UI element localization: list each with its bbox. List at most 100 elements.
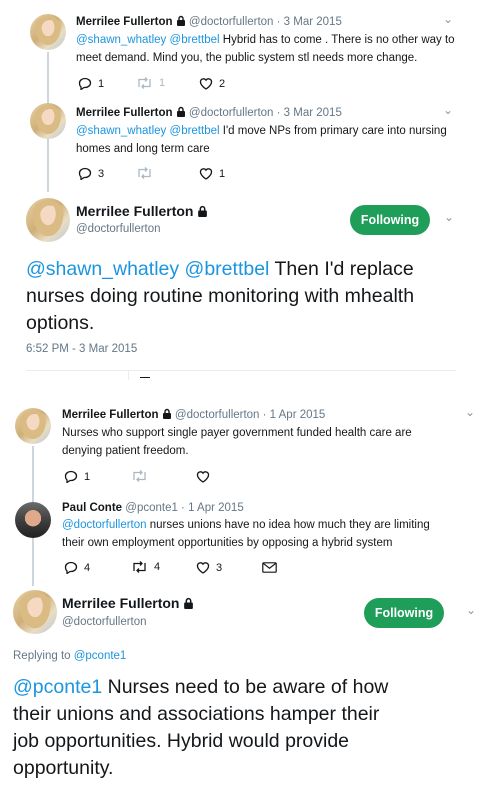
- divider-tick: [128, 370, 129, 380]
- divider-tick: [140, 377, 150, 378]
- avatar[interactable]: [30, 14, 66, 50]
- mention-link[interactable]: @brettbel: [185, 258, 270, 280]
- avatar[interactable]: [15, 408, 51, 444]
- lock-icon: [176, 106, 185, 117]
- author-name[interactable]: Merrilee Fullerton: [76, 203, 193, 219]
- reply-icon: [64, 561, 78, 574]
- avatar[interactable]: [13, 590, 57, 634]
- reply-button[interactable]: 4: [64, 561, 90, 574]
- mention-link[interactable]: @doctorfullerton: [62, 519, 147, 531]
- reply-count: 4: [84, 561, 91, 574]
- reply-button[interactable]: 3: [78, 167, 104, 180]
- tweet-header: Merrilee Fullerton @doctorfullerton · 1 …: [62, 406, 325, 424]
- tweet-text-line: nurses unions have no idea how much they…: [146, 519, 430, 531]
- mention-link[interactable]: @brettbel: [170, 125, 220, 137]
- retweet-icon: [138, 167, 151, 179]
- tweet-text-line: denying patient freedom.: [62, 445, 189, 457]
- lock-icon: [198, 205, 208, 217]
- reply-count: 1: [98, 77, 105, 90]
- like-button[interactable]: 2: [199, 77, 225, 90]
- tweet-text: @shawn_whatley @brettbel Hybrid has to c…: [76, 31, 476, 67]
- envelope-icon: [262, 562, 277, 573]
- heart-icon: [199, 78, 213, 90]
- retweet-button[interactable]: 1: [136, 77, 165, 89]
- author-name[interactable]: Merrilee Fullerton: [62, 595, 179, 611]
- handle-date[interactable]: @doctorfullerton · 3 Mar 2015: [189, 16, 342, 28]
- reply-count: 1: [84, 470, 91, 483]
- reply-button[interactable]: 1: [64, 470, 90, 483]
- tweet-text-line: options.: [26, 312, 95, 334]
- like-count: 2: [219, 77, 226, 90]
- author-name[interactable]: Merrilee Fullerton: [76, 16, 173, 28]
- heart-icon: [196, 471, 210, 483]
- author-name[interactable]: Merrilee Fullerton: [62, 409, 159, 421]
- retweet-button[interactable]: [136, 167, 153, 179]
- mention-link[interactable]: @pconte1: [74, 650, 127, 662]
- retweet-button[interactable]: [131, 470, 148, 482]
- like-count: 1: [219, 167, 226, 180]
- author-name[interactable]: Paul Conte: [62, 502, 122, 514]
- like-button[interactable]: [196, 470, 210, 483]
- avatar[interactable]: [26, 198, 70, 242]
- avatar[interactable]: [15, 502, 51, 538]
- tweet-text-line: opportunity.: [13, 757, 114, 779]
- handle-date[interactable]: @pconte1 · 1 Apr 2015: [125, 502, 243, 514]
- like-count: 3: [216, 561, 223, 574]
- tweet-text-line: their unions and associations hamper the…: [13, 703, 380, 725]
- tweet-header: Merrilee Fullerton: [76, 203, 208, 219]
- tweet-text-line: Then I'd replace: [269, 258, 414, 280]
- retweet-count: 1: [159, 77, 166, 89]
- avatar[interactable]: [30, 103, 66, 139]
- tweet-text-line: I'd move NPs from primary care into nurs…: [219, 125, 447, 137]
- handle-date[interactable]: @doctorfullerton · 3 Mar 2015: [189, 107, 342, 119]
- mention-link[interactable]: @brettbel: [170, 34, 220, 46]
- retweet-count: 4: [154, 561, 161, 573]
- tweet-text-line: their own employment opportunities by op…: [62, 537, 393, 549]
- like-button[interactable]: 3: [196, 561, 222, 574]
- retweet-icon: [138, 77, 151, 89]
- tweet-text: Nurses who support single payer governme…: [62, 424, 482, 460]
- chevron-down-icon[interactable]: ⌄: [465, 405, 475, 419]
- replying-to: Replying to @pconte1: [13, 650, 126, 662]
- author-handle[interactable]: @doctorfullerton: [62, 616, 147, 628]
- heart-icon: [196, 562, 210, 574]
- reply-icon: [78, 167, 92, 180]
- chevron-down-icon[interactable]: ⌄: [443, 103, 453, 117]
- mention-link[interactable]: @shawn_whatley: [76, 125, 166, 137]
- reply-button[interactable]: 1: [78, 77, 104, 90]
- lock-icon: [184, 597, 194, 609]
- reply-icon: [78, 77, 92, 90]
- chevron-down-icon[interactable]: ⌄: [443, 12, 453, 26]
- replying-to-label: Replying to: [13, 650, 74, 662]
- following-button[interactable]: Following: [364, 598, 444, 628]
- author-name[interactable]: Merrilee Fullerton: [76, 107, 173, 119]
- mention-link[interactable]: @shawn_whatley: [26, 258, 179, 280]
- main-tweet-text: @pconte1 Nurses need to be aware of how …: [13, 674, 488, 782]
- tweet-header: Paul Conte @pconte1 · 1 Apr 2015: [62, 499, 244, 517]
- tweet-header: Merrilee Fullerton @doctorfullerton · 3 …: [76, 104, 342, 122]
- tweet-header: Merrilee Fullerton @doctorfullerton · 3 …: [76, 13, 342, 31]
- reply-count: 3: [98, 167, 105, 180]
- author-handle[interactable]: @doctorfullerton: [76, 223, 161, 235]
- tweet-text-line: Nurses need to be aware of how: [102, 676, 389, 698]
- tweet-text-line: Hybrid has to come . There is no other w…: [219, 34, 455, 46]
- tweet-text-line: meet demand. Mind you, the public system…: [76, 52, 418, 64]
- direct-message-button[interactable]: [262, 562, 277, 573]
- mention-link[interactable]: @shawn_whatley: [76, 34, 166, 46]
- tweet-text: @doctorfullerton nurses unions have no i…: [62, 516, 487, 552]
- lock-icon: [162, 408, 171, 419]
- handle-date[interactable]: @doctorfullerton · 1 Apr 2015: [175, 409, 325, 421]
- chevron-down-icon[interactable]: ⌄: [466, 603, 476, 617]
- following-button[interactable]: Following: [350, 205, 430, 235]
- tweet-text-line: nurses doing routine monitoring with mhe…: [26, 285, 415, 307]
- tweet-timestamp[interactable]: 6:52 PM - 3 Mar 2015: [26, 343, 137, 355]
- divider: [26, 370, 456, 371]
- mention-link[interactable]: @pconte1: [13, 676, 102, 698]
- like-button[interactable]: 1: [199, 167, 225, 180]
- main-tweet-text: @shawn_whatley @brettbel Then I'd replac…: [26, 256, 476, 337]
- tweet-text-line: homes and long term care: [76, 143, 210, 155]
- retweet-button[interactable]: 4: [131, 561, 160, 573]
- chevron-down-icon[interactable]: ⌄: [444, 210, 454, 224]
- tweet-header: Merrilee Fullerton: [62, 595, 194, 611]
- tweet-text-line: job opportunities. Hybrid would provide: [13, 730, 350, 752]
